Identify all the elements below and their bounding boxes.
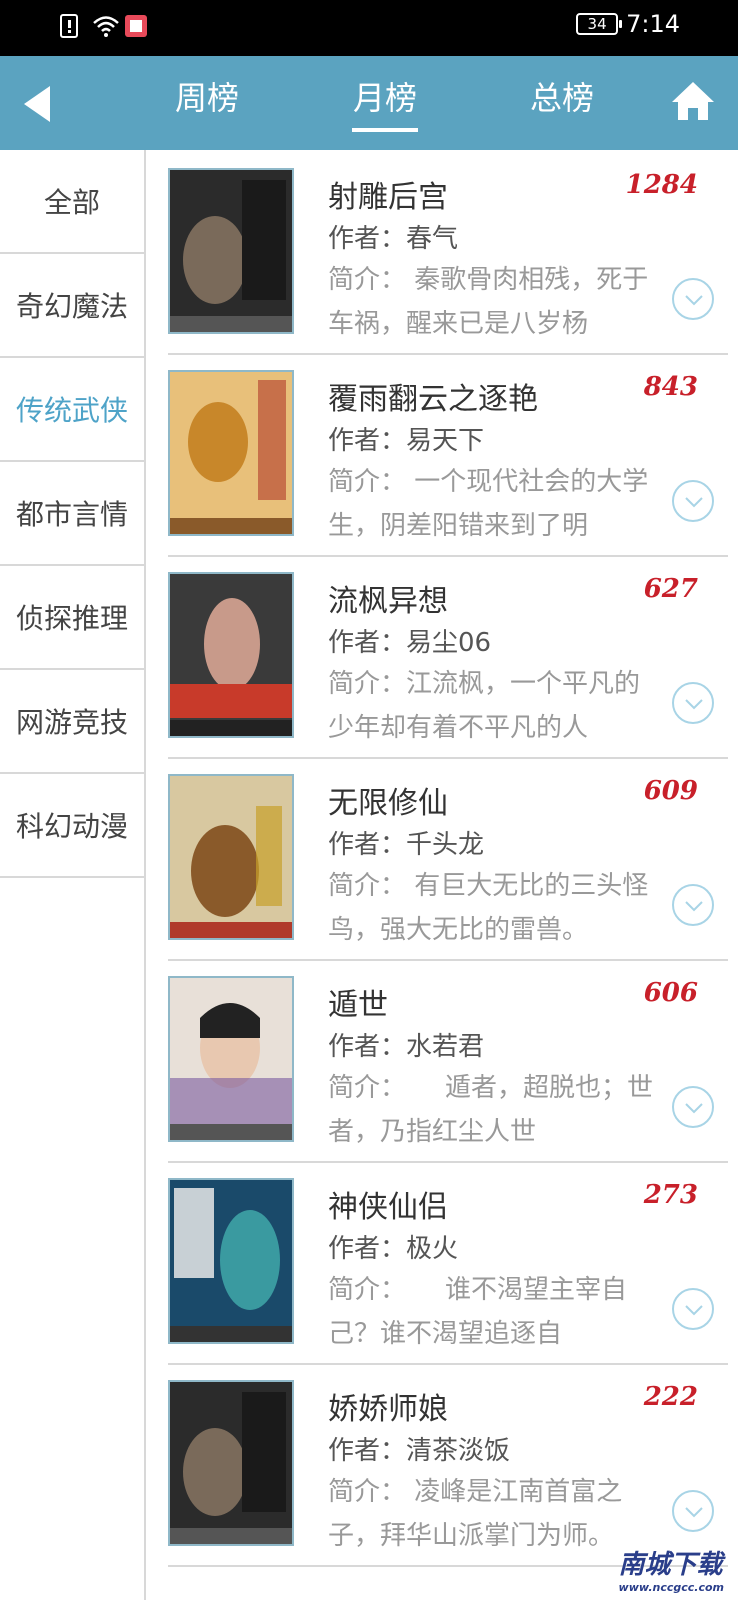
book-title[interactable]: 无限修仙	[328, 778, 448, 822]
chevron-down-icon	[685, 699, 703, 710]
chevron-down-icon	[685, 1507, 703, 1518]
book-cover[interactable]	[168, 370, 294, 536]
expand-button[interactable]	[672, 480, 714, 522]
category-detective[interactable]: 侦探推理	[0, 566, 144, 670]
chevron-down-icon	[685, 295, 703, 306]
watermark-url: www.nccgcc.com	[618, 1581, 724, 1594]
watermark-text: 南城下载	[618, 1550, 723, 1580]
book-author: 作者：水若君	[328, 1032, 485, 1062]
home-button[interactable]	[670, 78, 716, 124]
book-cover[interactable]	[168, 572, 294, 738]
book-title[interactable]: 射雕后宫	[328, 172, 448, 216]
app-notification-icon	[124, 14, 148, 38]
book-author: 作者：易尘06	[328, 628, 492, 658]
book-summary: 简介： 遁者，超脱也；世者，乃指红尘人世	[328, 1073, 654, 1147]
chevron-down-icon	[685, 1103, 703, 1114]
category-urban-romance[interactable]: 都市言情	[0, 462, 144, 566]
status-icons-right: 34 7:14	[576, 10, 680, 38]
rank-count: 1284	[625, 170, 698, 200]
expand-button[interactable]	[672, 278, 714, 320]
category-scifi-anime[interactable]: 科幻动漫	[0, 774, 144, 878]
status-icons-left	[60, 14, 148, 38]
back-arrow-icon	[24, 86, 50, 122]
book-cover[interactable]	[168, 976, 294, 1142]
book-item[interactable]: 神侠仙侣 273 作者：极火 简介： 谁不渴望主宰自己？谁不渴望追逐自	[168, 1160, 728, 1365]
book-summary: 简介： 谁不渴望主宰自己？谁不渴望追逐自	[328, 1275, 628, 1349]
book-title[interactable]: 神侠仙侣	[328, 1182, 448, 1226]
book-author: 作者：极火	[328, 1234, 459, 1264]
expand-button[interactable]	[672, 1490, 714, 1532]
book-title[interactable]: 娇娇师娘	[328, 1384, 448, 1428]
tab-total[interactable]: 总榜	[527, 74, 597, 134]
book-item[interactable]: 流枫异想 627 作者：易尘06 简介：江流枫，一个平凡的少年却有着不平凡的人	[168, 554, 728, 759]
watermark-logo: 南城下载 www.nccgcc.com	[619, 1544, 724, 1594]
book-author: 作者：清茶淡饭	[328, 1436, 511, 1466]
book-author: 作者：千头龙	[328, 830, 485, 860]
active-tab-indicator	[352, 128, 418, 132]
expand-button[interactable]	[672, 1086, 714, 1128]
book-cover[interactable]	[168, 1178, 294, 1344]
rank-count: 609	[643, 776, 698, 806]
chevron-down-icon	[685, 901, 703, 912]
book-item[interactable]: 覆雨翻云之逐艳 843 作者：易天下 简介： 一个现代社会的大学生，阴差阳错来到…	[168, 352, 728, 557]
rank-count: 843	[643, 372, 698, 402]
status-time: 7:14	[626, 10, 680, 38]
book-summary: 简介： 一个现代社会的大学生，阴差阳错来到了明	[328, 467, 649, 541]
book-author: 作者：易天下	[328, 426, 485, 456]
rank-count: 606	[643, 978, 698, 1008]
expand-button[interactable]	[672, 682, 714, 724]
book-title[interactable]: 覆雨翻云之逐艳	[328, 374, 538, 418]
home-icon	[672, 82, 714, 120]
chevron-down-icon	[685, 1305, 703, 1316]
tab-weekly[interactable]: 周榜	[172, 74, 242, 134]
book-list: 射雕后宫 1284 作者：春气 简介： 秦歌骨肉相残，死于车祸，醒来已是八岁杨 …	[146, 150, 738, 1600]
book-title[interactable]: 遁世	[328, 980, 388, 1024]
category-sidebar: 全部 奇幻魔法 传统武侠 都市言情 侦探推理 网游竞技 科幻动漫	[0, 150, 146, 1600]
book-summary: 简介：江流枫，一个平凡的少年却有着不平凡的人	[328, 669, 641, 743]
book-item[interactable]: 无限修仙 609 作者：千头龙 简介： 有巨大无比的三头怪鸟，强大无比的雷兽。	[168, 756, 728, 961]
book-summary: 简介： 凌峰是江南首富之子，拜华山派掌门为师。	[328, 1477, 623, 1551]
category-fantasy-magic[interactable]: 奇幻魔法	[0, 254, 144, 358]
status-bar: 34 7:14	[0, 0, 738, 56]
book-author: 作者：春气	[328, 224, 459, 254]
expand-button[interactable]	[672, 1288, 714, 1330]
book-item[interactable]: 娇娇师娘 222 作者：清茶淡饭 简介： 凌峰是江南首富之子，拜华山派掌门为师。	[168, 1362, 728, 1567]
book-title[interactable]: 流枫异想	[328, 576, 448, 620]
tab-monthly[interactable]: 月榜	[350, 74, 420, 134]
notification-icon	[60, 14, 84, 38]
category-traditional-wuxia[interactable]: 传统武侠	[0, 358, 144, 462]
wifi-icon	[92, 14, 119, 38]
category-online-games[interactable]: 网游竞技	[0, 670, 144, 774]
book-cover[interactable]	[168, 168, 294, 334]
book-item[interactable]: 遁世 606 作者：水若君 简介： 遁者，超脱也；世者，乃指红尘人世	[168, 958, 728, 1163]
rank-count: 222	[643, 1382, 698, 1412]
top-navigation: 周榜 月榜 总榜	[0, 56, 738, 150]
back-button[interactable]	[18, 78, 66, 128]
book-summary: 简介： 有巨大无比的三头怪鸟，强大无比的雷兽。	[328, 871, 649, 945]
rank-count: 627	[643, 574, 698, 604]
book-cover[interactable]	[168, 774, 294, 940]
book-summary: 简介： 秦歌骨肉相残，死于车祸，醒来已是八岁杨	[328, 265, 649, 339]
category-all[interactable]: 全部	[0, 150, 144, 254]
book-cover[interactable]	[168, 1380, 294, 1546]
expand-button[interactable]	[672, 884, 714, 926]
battery-indicator: 34	[576, 13, 623, 35]
rank-count: 273	[643, 1180, 698, 1210]
book-item[interactable]: 射雕后宫 1284 作者：春气 简介： 秦歌骨肉相残，死于车祸，醒来已是八岁杨	[168, 150, 728, 355]
chevron-down-icon	[685, 497, 703, 508]
